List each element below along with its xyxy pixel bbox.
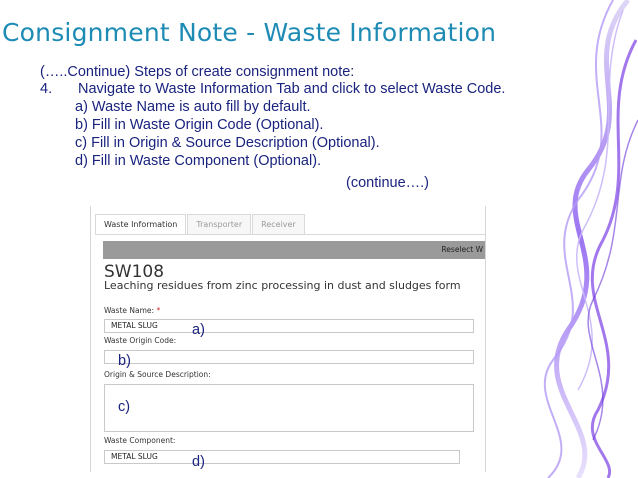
- reselect-waste-button[interactable]: Reselect W: [441, 241, 485, 259]
- origin-code-label: Waste Origin Code:: [104, 336, 177, 345]
- step-main: Navigate to Waste Information Tab and cl…: [78, 81, 506, 97]
- decorative-swirl: [543, 0, 638, 478]
- tab-bar: Waste Information Transporter Receiver: [95, 214, 306, 235]
- step-d: d) Fill in Waste Component (Optional).: [75, 153, 322, 169]
- waste-name-label-text: Waste Name:: [104, 306, 155, 315]
- waste-name-field[interactable]: METAL SLUG: [104, 319, 474, 333]
- tab-divider: [95, 234, 485, 235]
- waste-description: Leaching residues from zinc processing i…: [104, 279, 461, 292]
- tab-receiver[interactable]: Receiver: [252, 214, 305, 235]
- step-b: b) Fill in Waste Origin Code (Optional).: [75, 117, 324, 133]
- tab-waste-information[interactable]: Waste Information: [95, 214, 187, 235]
- slide-title: Consignment Note - Waste Information: [2, 18, 497, 47]
- origin-code-field[interactable]: [104, 350, 474, 364]
- step-c: c) Fill in Origin & Source Description (…: [75, 135, 380, 151]
- required-mark: *: [156, 306, 161, 315]
- steps-intro: (…..Continue) Steps of create consignmen…: [40, 64, 355, 80]
- tab-transporter[interactable]: Transporter: [187, 214, 252, 235]
- origin-desc-label: Origin & Source Description:: [104, 370, 211, 379]
- component-label: Waste Component:: [104, 436, 176, 445]
- waste-name-label: Waste Name: *: [104, 306, 160, 315]
- annotation-a: a): [192, 322, 205, 338]
- annotation-c: c): [118, 399, 131, 415]
- component-field[interactable]: METAL SLUG: [104, 450, 460, 464]
- step-number: 4.: [40, 81, 53, 97]
- annotation-b: b): [118, 353, 131, 369]
- toolbar-bar: Reselect W: [103, 241, 485, 259]
- step-a: a) Waste Name is auto fill by default.: [75, 99, 311, 115]
- waste-info-screenshot: Waste Information Transporter Receiver R…: [90, 206, 486, 472]
- annotation-d: d): [192, 454, 205, 470]
- continue-note: (continue….): [346, 175, 430, 191]
- origin-desc-textarea[interactable]: [104, 384, 474, 432]
